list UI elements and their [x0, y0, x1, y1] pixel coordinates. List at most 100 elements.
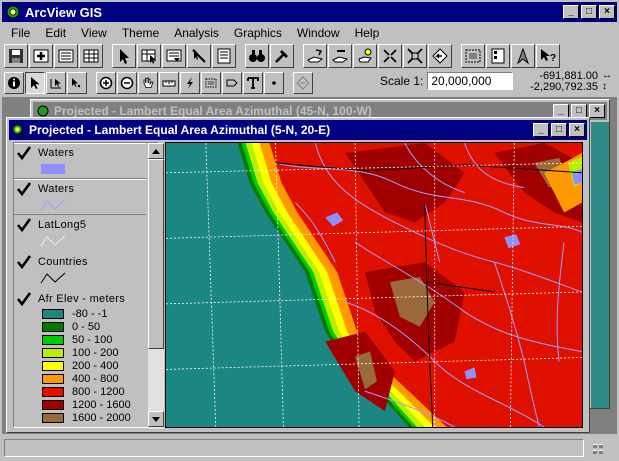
zoom-to-selected-button[interactable] [353, 44, 377, 68]
lightning-icon [187, 77, 193, 89]
label-tool[interactable] [293, 72, 313, 94]
legend-class-row: 400 - 800 [42, 373, 118, 385]
menu-theme[interactable]: Theme [113, 26, 165, 40]
theme-latlong5[interactable]: LatLong5 [14, 216, 146, 252]
coord-arrows-icon: ↔ ↕ [602, 70, 612, 92]
back-close-button[interactable]: × [589, 104, 605, 118]
zoom-in-tool[interactable] [96, 72, 116, 94]
app-close-button[interactable]: × [599, 5, 615, 19]
front-minimize-button[interactable]: _ [533, 123, 549, 137]
theme-properties-button[interactable] [54, 44, 78, 68]
theme-name: Waters [38, 183, 75, 195]
menu-window[interactable]: Window [288, 26, 346, 40]
legend-class-row: 100 - 200 [42, 347, 118, 359]
zoom-to-themes-button[interactable] [328, 44, 352, 68]
theme-waters-line[interactable]: Waters [14, 179, 146, 215]
menu-file[interactable]: File [2, 26, 36, 40]
arrow-down-icon [152, 416, 160, 422]
identify-tool[interactable] [4, 72, 24, 94]
checkbox-checked-icon[interactable] [16, 291, 32, 307]
clear-selection-button[interactable] [187, 44, 211, 68]
pointer-tool[interactable] [25, 72, 45, 94]
theme-name: Countries [38, 256, 88, 268]
add-theme-button[interactable] [29, 44, 53, 68]
select-graphics-icon [465, 49, 481, 63]
save-project-button[interactable] [4, 44, 28, 68]
open-table-button[interactable] [79, 44, 103, 68]
draw-shape-tool[interactable] [222, 72, 242, 94]
zoom-out-button[interactable] [403, 44, 427, 68]
select-graphics-button[interactable] [461, 44, 485, 68]
maximize-icon: □ [575, 105, 583, 116]
help-button[interactable]: ? [536, 44, 560, 68]
view-window-front[interactable]: Projected - Lambert Equal Area Azimuthal… [6, 117, 590, 433]
vertex-edit-tool[interactable] [46, 72, 66, 94]
minimize-icon: _ [568, 6, 574, 17]
query-builder-button[interactable] [162, 44, 186, 68]
checkbox-checked-icon[interactable] [16, 217, 32, 233]
legend-swatch [42, 361, 64, 371]
table-icon [83, 49, 99, 63]
zoom-out-tool[interactable] [117, 72, 137, 94]
maximize-icon: □ [555, 124, 563, 135]
legend-class-label: 1200 - 1600 [72, 399, 131, 411]
scroll-down-button[interactable] [148, 411, 164, 427]
toc-scrollbar[interactable] [148, 143, 164, 429]
legend-class-label: 1600 - 2000 [72, 412, 131, 424]
legend-class-label: 100 - 200 [72, 347, 119, 359]
menu-view[interactable]: View [72, 26, 113, 40]
size-grip-icon[interactable] [590, 441, 606, 457]
draw-point-tool[interactable] [264, 72, 284, 94]
view-window-front-titlebar[interactable]: Projected - Lambert Equal Area Azimuthal… [9, 120, 587, 140]
select-grid-icon [141, 49, 156, 64]
front-close-button[interactable]: × [569, 123, 585, 137]
app-maximize-button[interactable]: □ [581, 5, 597, 19]
legend-button[interactable] [486, 44, 510, 68]
open-layout-button[interactable] [212, 44, 236, 68]
north-arrow-button[interactable] [511, 44, 535, 68]
view-icon [37, 105, 49, 117]
minimize-icon: _ [558, 105, 564, 116]
theme-afr-elev[interactable]: Afr Elev - meters -80 - -1 0 - 50 50 - 100… [14, 290, 146, 429]
zoom-to-full-extent-button[interactable] [303, 44, 327, 68]
scroll-up-button[interactable] [148, 143, 164, 159]
theme-waters-polygon[interactable]: Waters [14, 143, 146, 179]
select-feature-button[interactable] [112, 44, 136, 68]
checkbox-checked-icon[interactable] [16, 181, 32, 197]
checkbox-checked-icon[interactable] [16, 145, 32, 161]
select-feature-tool[interactable] [67, 72, 87, 94]
map-canvas[interactable] [166, 143, 582, 427]
floppy-disk-icon [9, 49, 23, 63]
front-maximize-button[interactable]: □ [551, 123, 567, 137]
pan-tool[interactable] [138, 72, 158, 94]
locate-address-button[interactable] [270, 44, 294, 68]
hot-link-tool[interactable] [180, 72, 200, 94]
text-tool[interactable] [243, 72, 263, 94]
zoom-previous-button[interactable] [428, 44, 452, 68]
arrow-up-icon [152, 148, 160, 154]
checkbox-checked-icon[interactable] [16, 254, 32, 270]
legend-class-label: 200 - 400 [72, 360, 119, 372]
find-button[interactable] [245, 44, 269, 68]
scroll-thumb[interactable] [148, 159, 164, 349]
zoom-selected-icon [358, 48, 372, 63]
legend-swatch [42, 374, 64, 384]
map-display[interactable] [165, 142, 583, 428]
select-by-theme-button[interactable] [137, 44, 161, 68]
menu-analysis[interactable]: Analysis [165, 26, 225, 40]
svg-text:?: ? [550, 53, 556, 64]
back-maximize-button[interactable]: □ [571, 104, 587, 118]
zoom-in-button[interactable] [378, 44, 402, 68]
zoom-out-arrows-icon [407, 48, 423, 64]
theme-countries[interactable]: Countries [14, 253, 146, 289]
measure-icon [162, 80, 176, 87]
menu-graphics[interactable]: Graphics [225, 26, 288, 40]
menu-edit[interactable]: Edit [36, 26, 72, 40]
zoom-themes-icon [332, 50, 349, 63]
area-of-interest-tool[interactable] [201, 72, 221, 94]
back-minimize-button[interactable]: _ [553, 104, 569, 118]
scale-box: Scale 1: 20,000,000 [380, 72, 514, 90]
menu-help[interactable]: Help [346, 26, 386, 40]
app-minimize-button[interactable]: _ [563, 5, 579, 19]
measure-tool[interactable] [159, 72, 179, 94]
